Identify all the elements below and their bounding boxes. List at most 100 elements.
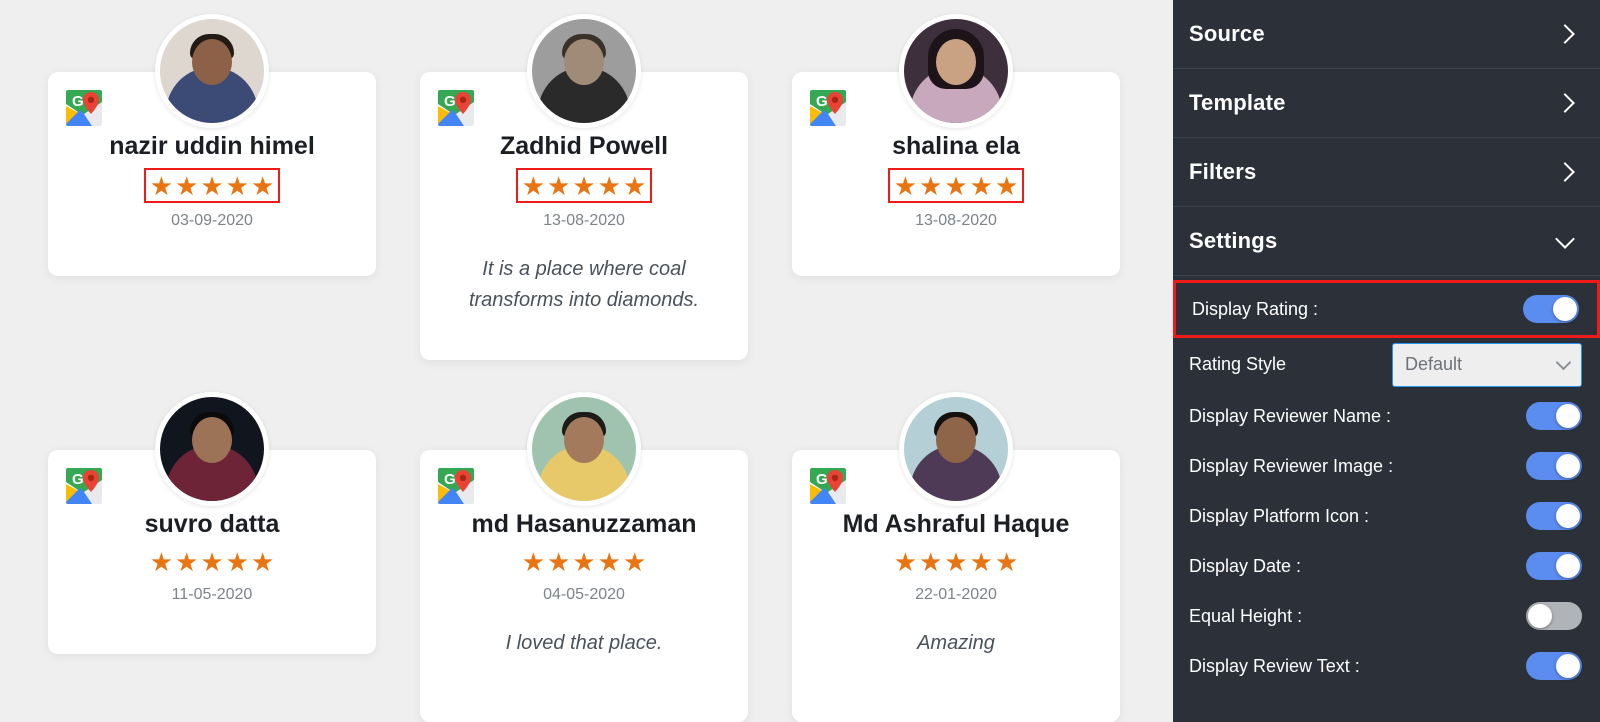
setting-row-display-reviewer-name: Display Reviewer Name : (1173, 391, 1600, 441)
avatar (527, 392, 641, 506)
rating-row: ★ ★ ★ ★ ★ (48, 167, 376, 203)
star-rating: ★ ★ ★ ★ ★ (143, 167, 281, 203)
review-card: Gshalina ela ★ ★ ★ ★ ★ 13-08-2020 (792, 14, 1120, 276)
star-icon: ★ (149, 546, 174, 577)
review-date: 22-01-2020 (915, 585, 997, 603)
reviewer-name: Md Ashraful Haque (842, 510, 1070, 538)
star-icon: ★ (521, 170, 546, 201)
star-rating: ★ ★ ★ ★ ★ (146, 546, 279, 577)
star-icon: ★ (250, 546, 275, 577)
setting-row-display-review-text: Display Review Text : (1173, 641, 1600, 691)
sidebar-accordion-source[interactable]: Source (1173, 0, 1600, 69)
review-date: 03-09-2020 (171, 211, 253, 229)
star-icon: ★ (597, 546, 621, 577)
rating-row: ★ ★ ★ ★ ★ (420, 546, 748, 577)
reviews-grid: Gnazir uddin himel ★ ★ ★ ★ ★ 03-09-2020 G Zadhid… (48, 0, 1123, 722)
reviewer-name: nazir uddin himel (109, 132, 315, 160)
setting-label: Display Review Text : (1189, 655, 1360, 676)
star-icon: ★ (225, 170, 249, 201)
setting-row-rating-style: Rating Style Default (1173, 338, 1600, 391)
review-text: It is a place where coal transforms into… (468, 257, 700, 311)
star-icon: ★ (572, 170, 596, 201)
accordion-label: Source (1189, 21, 1265, 46)
star-icon: ★ (893, 170, 918, 201)
toggle-knob (1556, 404, 1580, 428)
review-date: 13-08-2020 (543, 211, 625, 229)
star-icon: ★ (225, 546, 249, 577)
sidebar-accordion-list: Source Template Filters Settings (1173, 0, 1600, 276)
review-date: 13-08-2020 (915, 211, 997, 229)
toggle-knob (1556, 654, 1580, 678)
star-rating: ★ ★ ★ ★ ★ (887, 167, 1025, 203)
review-text: Amazing (917, 631, 995, 654)
setting-label: Display Rating : (1192, 298, 1319, 319)
toggle-knob (1556, 454, 1580, 478)
google-maps-icon: G (436, 466, 476, 506)
setting-row-display-rating: Display Rating : (1173, 280, 1600, 338)
settings-sidebar: Source Template Filters Settings Display Ra… (1173, 0, 1600, 722)
toggle-display-platform-icon[interactable] (1526, 502, 1582, 530)
setting-row-equal-height: Equal Height : (1173, 591, 1600, 641)
reviewer-name: suvro datta (144, 510, 280, 538)
rating-row: ★ ★ ★ ★ ★ (792, 167, 1120, 203)
star-icon: ★ (521, 546, 546, 577)
chevron-right-icon[interactable] (1555, 162, 1575, 182)
review-card: Gsuvro datta ★ ★ ★ ★ ★ 11-05-2020 (48, 392, 376, 654)
star-icon: ★ (175, 546, 199, 577)
svg-text:G: G (444, 471, 456, 488)
star-icon: ★ (200, 546, 224, 577)
star-icon: ★ (622, 546, 647, 577)
star-icon: ★ (994, 170, 1019, 201)
toggle-display-reviewer-image[interactable] (1526, 452, 1582, 480)
star-icon: ★ (969, 170, 993, 201)
accordion-label: Settings (1189, 228, 1278, 253)
chevron-down-icon[interactable] (1555, 228, 1575, 249)
star-icon: ★ (919, 170, 943, 201)
chevron-right-icon[interactable] (1555, 93, 1575, 113)
setting-label: Display Platform Icon : (1189, 505, 1370, 526)
rating-style-select[interactable]: Default (1392, 342, 1582, 387)
toggle-knob (1556, 554, 1580, 578)
accordion-label: Filters (1189, 159, 1257, 184)
svg-text:G: G (72, 93, 84, 110)
toggle-display-rating[interactable] (1523, 295, 1579, 323)
star-icon: ★ (919, 546, 943, 577)
setting-label: Display Reviewer Image : (1189, 455, 1394, 476)
star-icon: ★ (250, 170, 275, 201)
rating-row: ★ ★ ★ ★ ★ (420, 167, 748, 203)
svg-text:G: G (816, 93, 828, 110)
sidebar-accordion-settings[interactable]: Settings (1173, 207, 1600, 276)
star-icon: ★ (597, 170, 621, 201)
rating-style-value: Default (1405, 354, 1463, 374)
review-date: 11-05-2020 (171, 585, 253, 603)
star-icon: ★ (944, 170, 968, 201)
star-rating: ★ ★ ★ ★ ★ (515, 167, 653, 203)
toggle-display-reviewer-name[interactable] (1526, 402, 1582, 430)
star-icon: ★ (893, 546, 918, 577)
review-card: G Zadhid Powell ★ ★ ★ ★ ★ 13-08-2020 It is a pla… (420, 14, 748, 360)
setting-label: Equal Height : (1189, 605, 1303, 626)
sidebar-accordion-filters[interactable]: Filters (1173, 138, 1600, 207)
sidebar-accordion-template[interactable]: Template (1173, 69, 1600, 138)
star-icon: ★ (149, 170, 174, 201)
setting-label: Display Date : (1189, 555, 1302, 576)
toggle-display-review-text[interactable] (1526, 652, 1582, 680)
star-icon: ★ (547, 546, 571, 577)
setting-label: Rating Style (1189, 354, 1287, 374)
chevron-down-icon[interactable] (1555, 354, 1572, 370)
toggle-equal-height[interactable] (1526, 602, 1582, 630)
star-icon: ★ (944, 546, 968, 577)
star-icon: ★ (175, 170, 199, 201)
rating-row: ★ ★ ★ ★ ★ (48, 546, 376, 577)
setting-label: Display Reviewer Name : (1189, 405, 1392, 426)
google-maps-icon: G (808, 88, 848, 128)
accordion-label: Template (1189, 90, 1286, 115)
chevron-right-icon[interactable] (1555, 24, 1575, 44)
toggle-knob (1556, 504, 1580, 528)
svg-text:G: G (72, 471, 84, 488)
toggle-display-date[interactable] (1526, 552, 1582, 580)
google-maps-icon: G (808, 466, 848, 506)
settings-panel: Display Rating : Rating Style Default Displ… (1173, 280, 1600, 691)
star-icon: ★ (572, 546, 596, 577)
star-rating: ★ ★ ★ ★ ★ (890, 546, 1023, 577)
